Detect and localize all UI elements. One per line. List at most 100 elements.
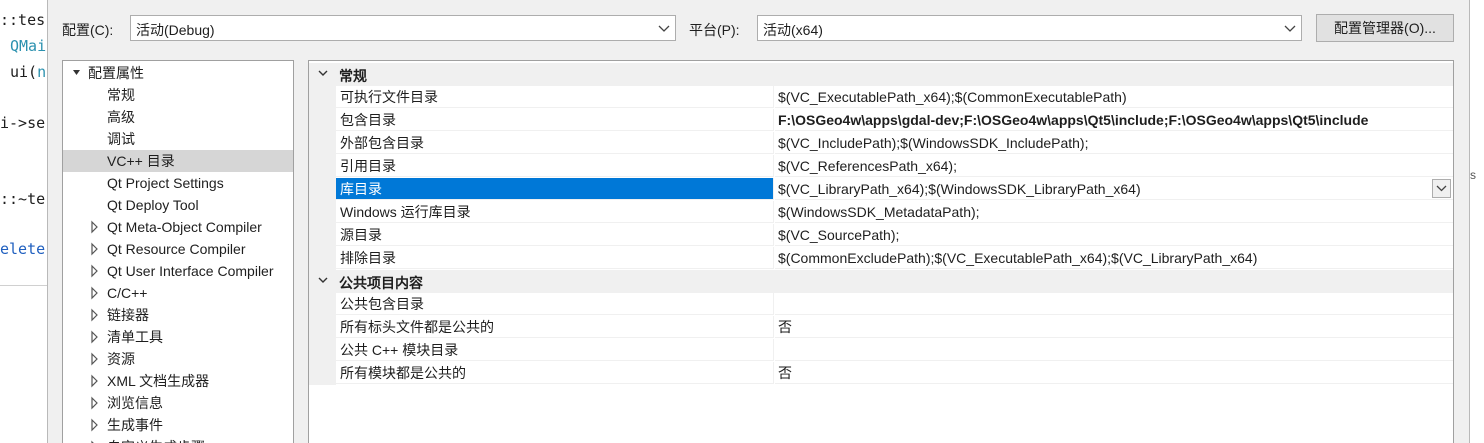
config-combobox[interactable]: 活动(Debug) — [130, 15, 676, 41]
collapse-triangle-icon[interactable] — [71, 62, 83, 84]
property-pages-dialog: 配置(C): 活动(Debug) 平台(P): 活动(x64) 配置管理器(O)… — [47, 0, 1470, 443]
tree-item-label: 清单工具 — [107, 329, 163, 345]
property-row[interactable]: 所有标头文件都是公共的否 — [309, 316, 1453, 339]
property-row[interactable]: 可执行文件目录 $(VC_ExecutablePath_x64);$(Common… — [309, 86, 1453, 109]
category-header[interactable]: 公共项目内容 — [309, 270, 1453, 293]
property-value[interactable]: $(CommonExcludePath);$(VC_ExecutablePath… — [775, 247, 1453, 269]
property-row[interactable]: 外部包含目录 $(VC_IncludePath);$(WindowsSDK_Inc… — [309, 132, 1453, 155]
property-name[interactable]: Windows 运行库目录 — [336, 201, 774, 223]
expand-triangle-icon[interactable] — [89, 326, 101, 348]
tree-item-label: C/C++ — [107, 285, 148, 301]
property-value[interactable] — [775, 339, 1453, 361]
property-name[interactable]: 公共包含目录 — [336, 293, 774, 315]
property-name[interactable]: 引用目录 — [336, 155, 774, 177]
expand-triangle-icon[interactable] — [89, 392, 101, 414]
tree-item-label: Qt Resource Compiler — [107, 241, 246, 257]
property-grid: 常规 可执行文件目录 $(VC_ExecutablePath_x64);$(Comm… — [308, 60, 1454, 443]
tree-item[interactable]: C/C++ — [63, 282, 293, 304]
property-row[interactable]: 库目录 $(VC_LibraryPath_x64);$(WindowsSDK_Li… — [309, 178, 1453, 201]
tree-root-label: 配置属性 — [88, 65, 144, 81]
tree-item-label: Qt User Interface Compiler — [107, 263, 274, 279]
property-name[interactable]: 排除目录 — [336, 247, 774, 269]
tree-item[interactable]: Qt Resource Compiler — [63, 238, 293, 260]
expand-triangle-icon[interactable] — [89, 436, 101, 443]
property-name[interactable]: 所有模块都是公共的 — [336, 362, 774, 384]
property-name[interactable]: 可执行文件目录 — [336, 86, 774, 108]
property-name[interactable]: 包含目录 — [336, 109, 774, 131]
tree-item[interactable]: 调试 — [63, 128, 293, 150]
expand-triangle-icon[interactable] — [89, 348, 101, 370]
tree-root-config-properties[interactable]: 配置属性 — [63, 62, 293, 84]
property-row[interactable]: 公共包含目录 — [309, 293, 1453, 316]
expand-triangle-icon[interactable] — [89, 282, 101, 304]
property-name[interactable]: 库目录 — [336, 178, 774, 200]
property-value[interactable] — [775, 293, 1453, 315]
tree-item-label: 链接器 — [107, 307, 149, 323]
property-row[interactable]: Windows 运行库目录 $(WindowsSDK_MetadataPath); — [309, 201, 1453, 224]
property-value[interactable]: 否 — [775, 316, 1453, 338]
property-row[interactable]: 排除目录 $(CommonExcludePath);$(VC_Executable… — [309, 247, 1453, 270]
tree-item[interactable]: Qt Project Settings — [63, 172, 293, 194]
category-header[interactable]: 常规 — [309, 63, 1453, 86]
tree-item[interactable]: Qt Meta-Object Compiler — [63, 216, 293, 238]
row-gutter — [309, 178, 336, 201]
property-value[interactable]: $(VC_SourcePath); — [775, 224, 1453, 246]
collapse-chevron-icon[interactable] — [317, 67, 329, 79]
property-name[interactable]: 所有标头文件都是公共的 — [336, 316, 774, 338]
collapse-chevron-icon[interactable] — [317, 274, 329, 286]
expand-triangle-icon[interactable] — [89, 260, 101, 282]
expand-triangle-icon[interactable] — [89, 304, 101, 326]
row-gutter — [309, 201, 336, 224]
code-divider — [0, 285, 48, 286]
code-line: ::~te — [0, 190, 46, 208]
expand-triangle-icon[interactable] — [89, 370, 101, 392]
property-value[interactable]: $(WindowsSDK_MetadataPath); — [775, 201, 1453, 223]
tree-item[interactable]: Qt Deploy Tool — [63, 194, 293, 216]
config-value: 活动(Debug) — [136, 22, 215, 38]
code-line: elete — [0, 240, 46, 258]
tree-item[interactable]: Qt User Interface Compiler — [63, 260, 293, 282]
tree-item[interactable]: 高级 — [63, 106, 293, 128]
tree-item[interactable]: 清单工具 — [63, 326, 293, 348]
row-gutter — [309, 339, 336, 362]
property-row[interactable]: 所有模块都是公共的否 — [309, 362, 1453, 385]
tree-item[interactable]: 资源 — [63, 348, 293, 370]
property-row[interactable]: 公共 C++ 模块目录 — [309, 339, 1453, 362]
property-value-text: $(VC_ReferencesPath_x64); — [778, 158, 957, 174]
expand-triangle-icon[interactable] — [89, 238, 101, 260]
property-row[interactable]: 引用目录 $(VC_ReferencesPath_x64); — [309, 155, 1453, 178]
tree-item[interactable]: VC++ 目录 — [63, 150, 293, 172]
property-value[interactable]: $(VC_ReferencesPath_x64); — [775, 155, 1453, 177]
property-value[interactable]: $(VC_LibraryPath_x64);$(WindowsSDK_Libra… — [775, 178, 1453, 200]
expand-triangle-icon[interactable] — [89, 414, 101, 436]
property-value[interactable]: F:\OSGeo4w\apps\gdal-dev;F:\OSGeo4w\apps… — [775, 109, 1453, 131]
config-manager-button[interactable]: 配置管理器(O)... — [1316, 14, 1454, 42]
row-gutter — [309, 132, 336, 155]
property-value-text: $(VC_IncludePath);$(WindowsSDK_IncludePa… — [778, 135, 1089, 151]
row-gutter — [309, 155, 336, 178]
tree-item[interactable]: 常规 — [63, 84, 293, 106]
property-name[interactable]: 外部包含目录 — [336, 132, 774, 154]
property-name[interactable]: 源目录 — [336, 224, 774, 246]
chevron-down-icon — [658, 25, 670, 32]
property-value[interactable]: 否 — [775, 362, 1453, 384]
tree-item[interactable]: 浏览信息 — [63, 392, 293, 414]
property-value[interactable]: $(VC_ExecutablePath_x64);$(CommonExecuta… — [775, 86, 1453, 108]
tree-item-label: Qt Deploy Tool — [107, 197, 199, 213]
tree-item[interactable]: 生成事件 — [63, 414, 293, 436]
value-dropdown-button[interactable] — [1432, 179, 1451, 198]
platform-combobox[interactable]: 活动(x64) — [757, 15, 1302, 41]
tree-item[interactable]: XML 文档生成器 — [63, 370, 293, 392]
tree-item-label: 高级 — [107, 109, 135, 125]
tree-item-label: XML 文档生成器 — [107, 373, 210, 389]
tree-item-label: VC++ 目录 — [107, 153, 175, 169]
expand-triangle-icon[interactable] — [89, 216, 101, 238]
property-name[interactable]: 公共 C++ 模块目录 — [336, 339, 774, 361]
chevron-down-icon — [1436, 185, 1447, 192]
property-value[interactable]: $(VC_IncludePath);$(WindowsSDK_IncludePa… — [775, 132, 1453, 154]
category-title: 公共项目内容 — [339, 275, 423, 291]
tree-item[interactable]: 链接器 — [63, 304, 293, 326]
property-row[interactable]: 源目录 $(VC_SourcePath); — [309, 224, 1453, 247]
tree-item[interactable]: 自定义生成步骤 — [63, 436, 293, 443]
property-row[interactable]: 包含目录 F:\OSGeo4w\apps\gdal-dev;F:\OSGeo4w\… — [309, 109, 1453, 132]
